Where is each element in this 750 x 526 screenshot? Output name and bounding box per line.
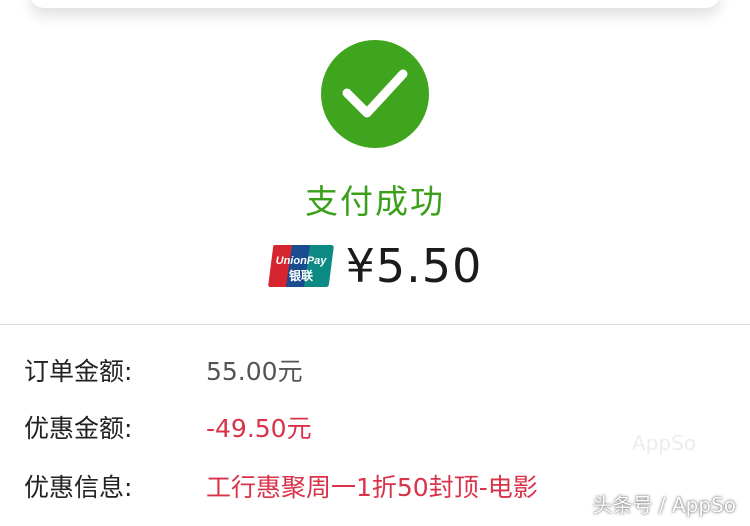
success-checkmark-icon (321, 40, 429, 148)
unionpay-logo: UnionPay 银联 (267, 245, 334, 287)
section-divider (0, 324, 750, 325)
checkmark-icon (342, 69, 408, 118)
top-card-shadow (30, 0, 720, 8)
payment-amount: ¥5.50 (345, 239, 483, 293)
discount-info-label: 优惠信息: (24, 473, 133, 502)
discount-amount-label: 优惠金额: (24, 414, 133, 443)
payment-status-title: 支付成功 (305, 182, 445, 221)
discount-amount-row: 优惠金额: -49.50元 (24, 409, 724, 449)
payment-amount-row: UnionPay 银联 ¥5.50 (0, 236, 750, 296)
source-watermark: 头条号 / AppSo (592, 493, 736, 517)
unionpay-logo-text: UnionPay (275, 255, 327, 267)
faded-watermark: AppSo (632, 431, 697, 455)
discount-amount-value: -49.50元 (206, 414, 312, 443)
order-amount-label: 订单金额: (24, 357, 133, 386)
order-amount-row: 订单金额: 55.00元 (24, 352, 724, 392)
discount-info-value: 工行惠聚周一1折50封顶-电影 (206, 473, 538, 502)
order-amount-value: 55.00元 (206, 357, 303, 386)
unionpay-logo-chinese: 银联 (289, 268, 313, 283)
